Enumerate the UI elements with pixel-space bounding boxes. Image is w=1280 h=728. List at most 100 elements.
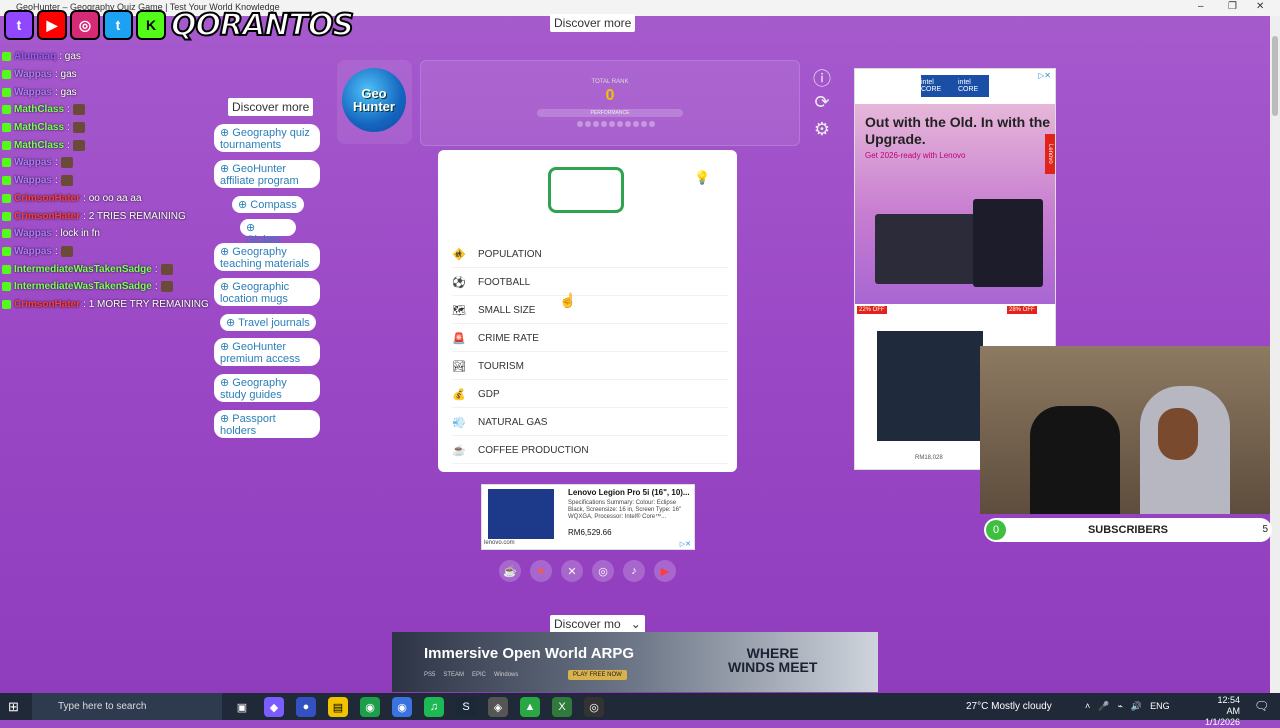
ad-info-icon[interactable]: ▷✕ bbox=[1038, 71, 1051, 80]
kick-badge-icon bbox=[2, 211, 11, 221]
taskbar-clock[interactable]: 12:54 AM 1/1/2026 bbox=[1204, 695, 1240, 728]
chrome-2-icon[interactable]: ◉ bbox=[392, 697, 412, 717]
chat-message: CrimsonHater: 2 TRIES REMAINING bbox=[2, 207, 242, 225]
category-crime-rate[interactable]: 🚨 CRIME RATE bbox=[452, 325, 728, 352]
task-view-icon[interactable]: ▣ bbox=[232, 697, 252, 717]
pill-affiliate-program[interactable]: ⊕ GeoHunter affiliate program bbox=[214, 160, 320, 188]
kick-badge-icon bbox=[2, 87, 11, 97]
category-tourism[interactable]: 🏞 TOURISM bbox=[452, 353, 728, 380]
scrollbar-thumb[interactable] bbox=[1272, 36, 1278, 116]
chat-username: IntermediateWasTakenSadge bbox=[14, 263, 152, 275]
app3-icon[interactable]: ▲ bbox=[520, 697, 540, 717]
close-icon[interactable]: ✕ bbox=[1256, 1, 1264, 12]
game-title: WHERE WINDS MEET bbox=[728, 645, 818, 675]
steam-icon[interactable]: S bbox=[456, 697, 476, 717]
info-icon[interactable]: ⓘ bbox=[810, 65, 834, 92]
game-side-icons: ⓘ ⟳ ⚙ bbox=[810, 65, 834, 146]
instagram-link-icon[interactable]: ◎ bbox=[592, 560, 614, 582]
ad-bottom-headline: Immersive Open World ARPG bbox=[424, 645, 635, 662]
category-gdp[interactable]: 💰 GDP bbox=[452, 381, 728, 408]
pill-teaching-materials[interactable]: ⊕ Geography teaching materials bbox=[214, 243, 320, 271]
category-icon: 💨 bbox=[452, 416, 466, 429]
chat-message: Wappas: bbox=[2, 243, 242, 261]
pill-location-mugs[interactable]: ⊕ Geographic location mugs bbox=[214, 278, 320, 306]
chat-username: Wappas bbox=[14, 86, 52, 98]
emote-icon bbox=[60, 175, 73, 187]
chat-username: Wappas bbox=[14, 175, 52, 187]
taskbar-apps: ▣ ◆ ● ▤ ◉ ◉ ♫ S ◈ ▲ X ◎ bbox=[232, 697, 604, 717]
chat-text: : bbox=[54, 245, 58, 257]
language-indicator[interactable]: ENG bbox=[1150, 701, 1170, 712]
subscriber-goal-bar: 0 SUBSCRIBERS 5 bbox=[984, 518, 1272, 542]
gear-icon[interactable]: ⚙ bbox=[810, 119, 834, 146]
stream-brand: t ▶ ◎ t K QORANTOS bbox=[4, 6, 355, 44]
minimize-icon[interactable]: – bbox=[1198, 1, 1204, 12]
buymeacoffee-icon[interactable]: ☕ bbox=[499, 560, 521, 582]
ad-game-bottom[interactable]: Immersive Open World ARPG PS5 STEAM EPIC W… bbox=[392, 632, 878, 692]
taskbar-weather[interactable]: 27°C Mostly cloudy bbox=[966, 701, 1052, 712]
refresh-icon[interactable]: ⟳ bbox=[810, 92, 834, 119]
chevron-down-icon[interactable]: ⌄ bbox=[631, 617, 641, 631]
pill-passport-holders[interactable]: ⊕ Passport holders bbox=[214, 410, 320, 438]
notification-icon[interactable]: 🗨 bbox=[1254, 699, 1269, 713]
kick-badge-icon bbox=[2, 246, 11, 256]
pill-study-guides[interactable]: ⊕ Geography study guides bbox=[214, 374, 320, 402]
app-icon[interactable]: ● bbox=[296, 697, 316, 717]
performance-bar: PERFORMANCE bbox=[537, 109, 683, 117]
category-icon: 🚨 bbox=[452, 332, 466, 345]
category-label: POPULATION bbox=[478, 248, 542, 260]
obs-icon[interactable]: ◎ bbox=[584, 697, 604, 717]
chat-username: CrimsonHater bbox=[14, 298, 81, 310]
play-free-button[interactable]: PLAY FREE NOW bbox=[568, 670, 627, 680]
network-icon[interactable]: ⌁ bbox=[1117, 701, 1122, 712]
tiktok-icon[interactable]: ♪ bbox=[623, 560, 645, 582]
chat-message: MathClass: bbox=[2, 136, 242, 154]
pill-geography-quiz-tournaments[interactable]: ⊕ Geography quiz tournaments bbox=[214, 124, 320, 152]
pill-premium-access[interactable]: ⊕ GeoHunter premium access bbox=[214, 338, 320, 366]
instagram-icon: ◎ bbox=[70, 10, 100, 40]
category-population[interactable]: 🚸 POPULATION bbox=[452, 241, 728, 268]
discover-more-bottom[interactable]: Discover mo ⌄ bbox=[550, 615, 645, 633]
lenovo-tab: Lenovo bbox=[1045, 134, 1055, 174]
emote-icon bbox=[60, 245, 73, 257]
category-natural-gas[interactable]: 💨 NATURAL GAS bbox=[452, 409, 728, 436]
pill-globes[interactable]: ⊕ Globes bbox=[240, 219, 296, 246]
chat-username: Alumaaq bbox=[14, 51, 57, 63]
subscriber-label: SUBSCRIBERS bbox=[1087, 524, 1169, 536]
taskbar-search[interactable]: Type here to search bbox=[32, 693, 222, 720]
page-scrollbar[interactable] bbox=[1270, 16, 1280, 693]
copilot-icon[interactable]: ◆ bbox=[264, 697, 284, 717]
chair bbox=[1030, 406, 1120, 514]
discover-more-side[interactable]: Discover more bbox=[228, 98, 314, 116]
patreon-icon[interactable]: ● bbox=[530, 560, 552, 582]
category-small-size[interactable]: 🗺 SMALL SIZE bbox=[452, 297, 728, 324]
restore-icon[interactable]: ❐ bbox=[1228, 1, 1237, 12]
emote-icon bbox=[72, 139, 85, 151]
discover-more-top[interactable]: Discover more bbox=[550, 14, 636, 32]
ad-headline: Out with the Old. In with the Upgrade. bbox=[865, 114, 1051, 147]
windows-start-icon[interactable]: ⊞ bbox=[8, 699, 19, 715]
volume-icon[interactable]: 🔊 bbox=[1131, 701, 1142, 712]
hint-bulb-icon[interactable]: 💡 bbox=[694, 170, 710, 186]
x-icon[interactable]: ✕ bbox=[561, 560, 583, 582]
ad-lenovo-mid[interactable]: Lenovo Legion Pro 5i (16", 10)... Specif… bbox=[481, 484, 695, 550]
youtube-link-icon[interactable]: ▶ bbox=[654, 560, 676, 582]
subscriber-goal: 5 bbox=[1262, 524, 1268, 535]
excel-icon[interactable]: X bbox=[552, 697, 572, 717]
ad-close-icon[interactable]: ▷✕ bbox=[680, 540, 691, 548]
chevron-up-icon[interactable]: ˄ bbox=[1085, 701, 1090, 712]
geohunter-logo[interactable]: Geo Hunter bbox=[337, 60, 412, 144]
spotify-icon[interactable]: ♫ bbox=[424, 697, 444, 717]
file-explorer-icon[interactable]: ▤ bbox=[328, 697, 348, 717]
pill-compass[interactable]: ⊕ Compass bbox=[232, 196, 304, 213]
mic-icon[interactable]: 🎤 bbox=[1098, 701, 1109, 712]
system-tray: ˄ 🎤 ⌁ 🔊 ENG bbox=[1085, 701, 1170, 712]
discover-more-bottom-label: Discover mo bbox=[554, 617, 621, 631]
category-football[interactable]: ⚽ FOOTBALL bbox=[452, 269, 728, 296]
app2-icon[interactable]: ◈ bbox=[488, 697, 508, 717]
chat-message: CrimsonHater: oo oo aa aa bbox=[2, 190, 242, 208]
category-label: CRIME RATE bbox=[478, 332, 539, 344]
category-coffee-production[interactable]: ☕ COFFEE PRODUCTION bbox=[452, 437, 728, 464]
pill-travel-journals[interactable]: ⊕ Travel journals bbox=[220, 314, 316, 331]
chrome-icon[interactable]: ◉ bbox=[360, 697, 380, 717]
